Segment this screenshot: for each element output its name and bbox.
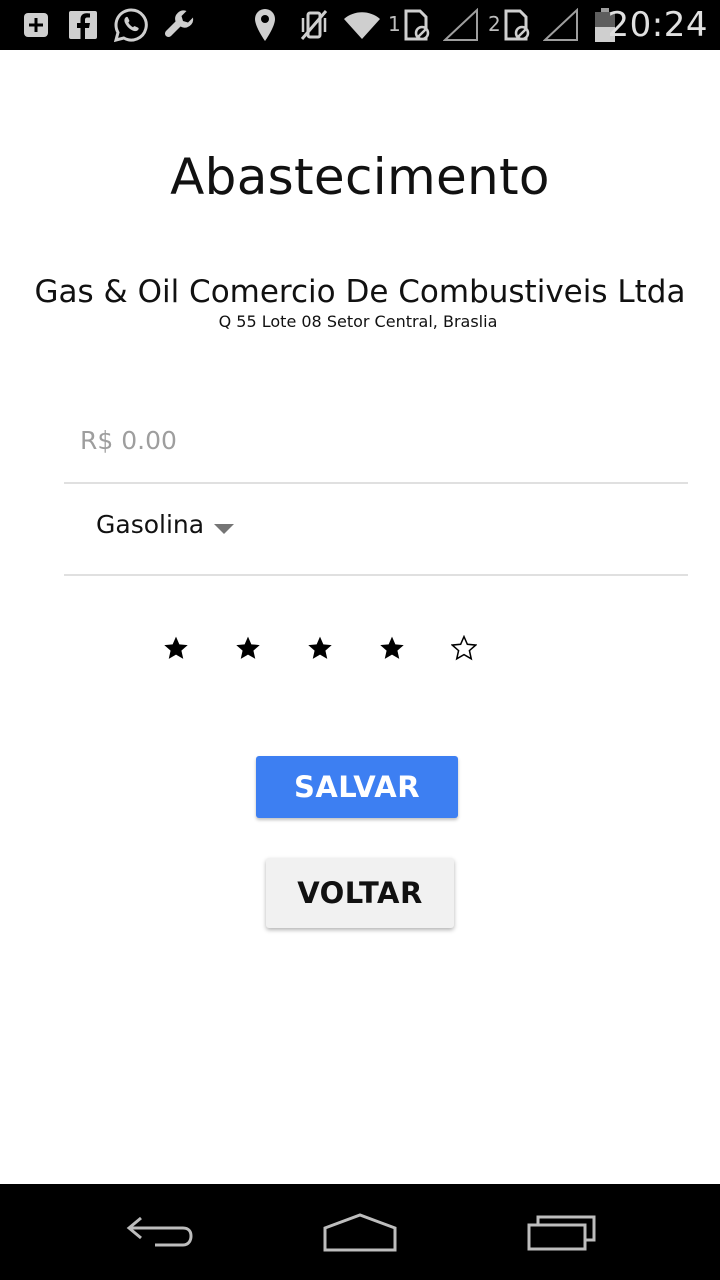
save-button[interactable]: SALVAR: [256, 756, 458, 818]
signal-icon: [542, 7, 580, 43]
star-filled-icon[interactable]: [372, 628, 412, 668]
star-filled-icon[interactable]: [300, 628, 340, 668]
page-title: Abastecimento: [170, 148, 550, 206]
navigation-bar: [0, 1184, 720, 1280]
sim1-label: 1: [388, 12, 401, 36]
fuel-type-value: Gasolina: [96, 510, 205, 539]
vibrate-off-icon: [298, 7, 330, 43]
star-filled-icon[interactable]: [156, 628, 196, 668]
nav-recents-button[interactable]: [502, 1184, 622, 1280]
price-field: [64, 410, 688, 484]
back-icon: [126, 1216, 193, 1247]
add-box-icon: [22, 7, 50, 43]
status-clock: 20:24: [607, 5, 708, 45]
price-input[interactable]: [80, 420, 660, 460]
star-filled-icon[interactable]: [228, 628, 268, 668]
home-icon: [323, 1213, 397, 1252]
star-empty-icon[interactable]: [444, 628, 484, 668]
recents-icon: [527, 1215, 596, 1251]
station-name: Gas & Oil Comercio De Combustiveis Ltda: [34, 274, 686, 310]
caret-down-icon: [214, 524, 234, 534]
wifi-icon: [342, 7, 382, 43]
nav-home-button[interactable]: [300, 1184, 420, 1280]
whatsapp-icon: [112, 7, 150, 43]
sim-card-icon: [402, 7, 432, 43]
nav-back-button[interactable]: [100, 1184, 220, 1280]
wrench-icon: [162, 7, 198, 43]
signal-icon: [442, 7, 480, 43]
sim2-label: 2: [488, 12, 501, 36]
location-pin-icon: [252, 7, 278, 43]
station-address: Q 55 Lote 08 Setor Central, Braslia: [218, 312, 498, 331]
sim-card-icon: [502, 7, 532, 43]
star-rating: [0, 628, 720, 668]
facebook-icon: [68, 7, 98, 43]
fuel-type-select[interactable]: Gasolina: [64, 484, 688, 576]
back-button[interactable]: VOLTAR: [266, 858, 454, 928]
status-bar: 1 2 20:24: [0, 0, 720, 50]
